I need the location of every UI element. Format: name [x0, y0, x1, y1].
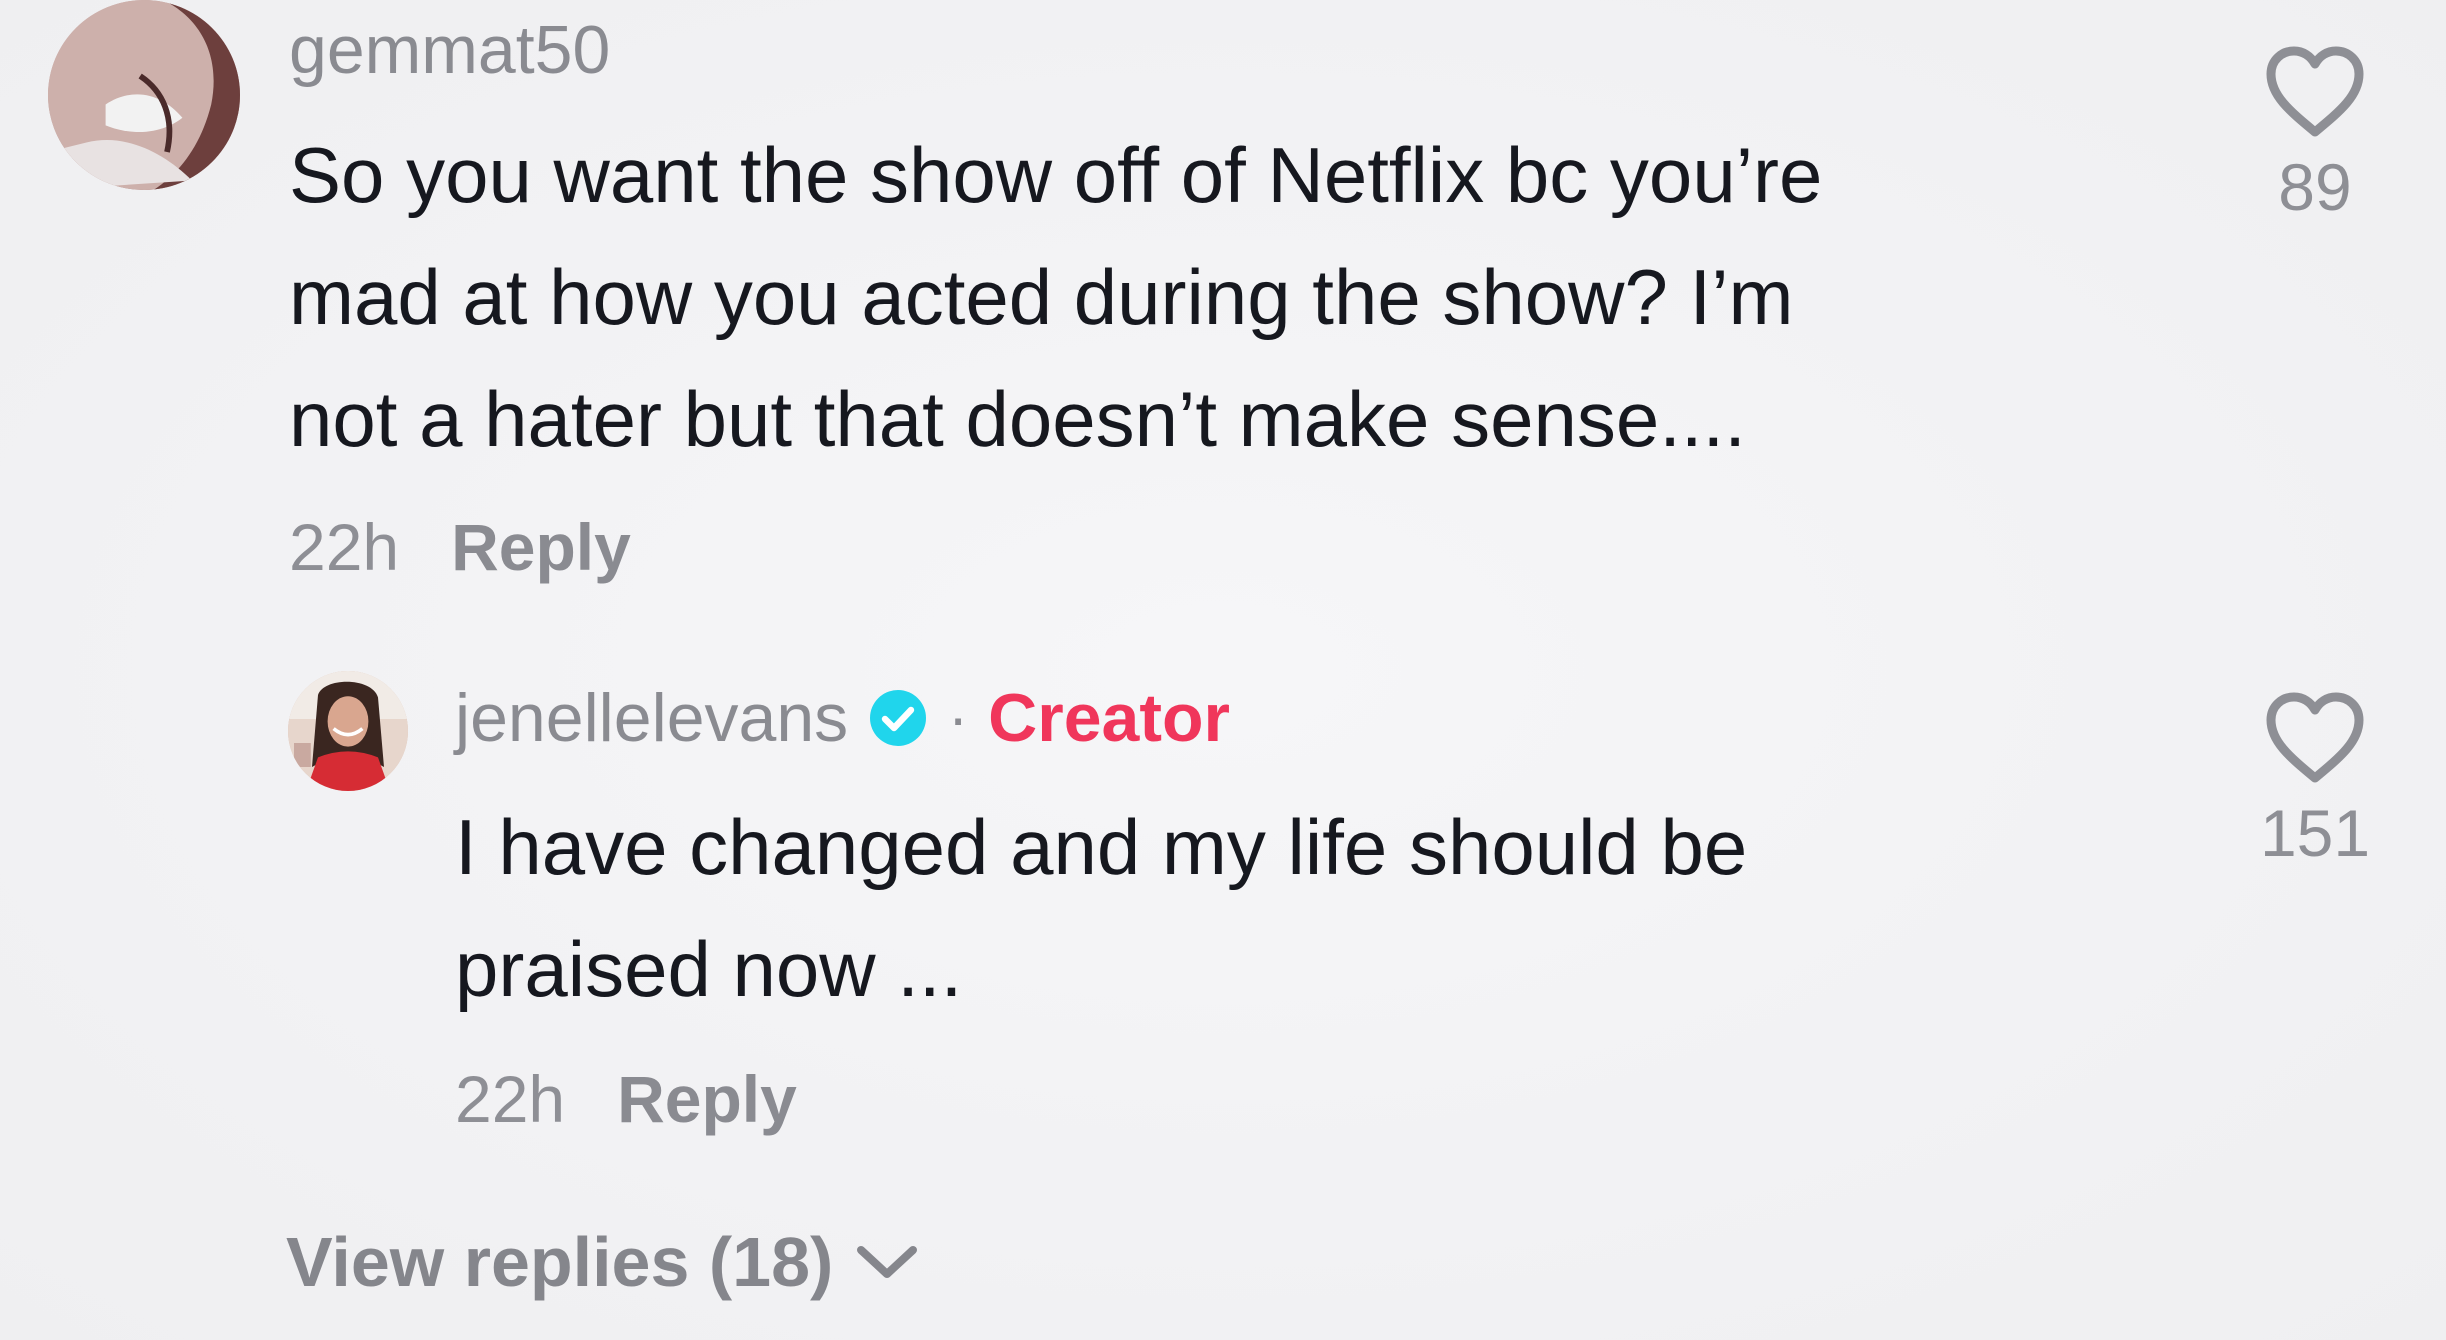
like-count: 151: [2259, 796, 2371, 870]
verified-badge-icon: [868, 688, 928, 748]
reply-meta: 22h Reply: [455, 1066, 797, 1132]
reply-to-reply-button[interactable]: Reply: [617, 1066, 797, 1132]
creator-avatar[interactable]: [288, 671, 408, 791]
reply-body: I have changed and my life should be pra…: [455, 786, 1747, 1030]
reply-like-button[interactable]: 151: [2245, 690, 2385, 866]
reply-line: I have changed and my life should be: [455, 803, 1748, 891]
comment-line: mad at how you acted during the show? I’…: [289, 253, 1794, 341]
reply-line: praised now ...: [455, 925, 963, 1013]
view-replies-label[interactable]: View replies (18): [286, 1222, 833, 1302]
comment-like-button[interactable]: 89: [2245, 44, 2385, 220]
reply-timestamp: 22h: [455, 1062, 566, 1136]
comments-panel: gemmat50 So you want the show off of Net…: [0, 0, 2446, 1340]
comment-line: not a hater but that doesn’t make sense.…: [289, 375, 1746, 463]
comment-timestamp: 22h: [289, 510, 400, 584]
view-replies-button[interactable]: View replies (18): [286, 1222, 919, 1302]
comment-meta: 22h Reply: [289, 514, 631, 580]
commenter-avatar[interactable]: [48, 0, 240, 190]
like-count: 89: [2278, 150, 2352, 224]
heart-outline-icon[interactable]: [2263, 690, 2367, 786]
chevron-down-icon[interactable]: [833, 1242, 919, 1282]
commenter-username[interactable]: gemmat50: [289, 16, 610, 84]
comment-body: So you want the show off of Netflix bc y…: [289, 114, 1822, 480]
creator-badge: Creator: [988, 680, 1231, 756]
reply-button[interactable]: Reply: [451, 514, 631, 580]
separator-dot: ·: [948, 684, 969, 751]
reply-header: jenellelevans · Creator: [455, 684, 1230, 752]
comment-line: So you want the show off of Netflix bc y…: [289, 131, 1823, 219]
creator-username[interactable]: jenellelevans: [455, 684, 848, 752]
heart-outline-icon[interactable]: [2263, 44, 2367, 140]
